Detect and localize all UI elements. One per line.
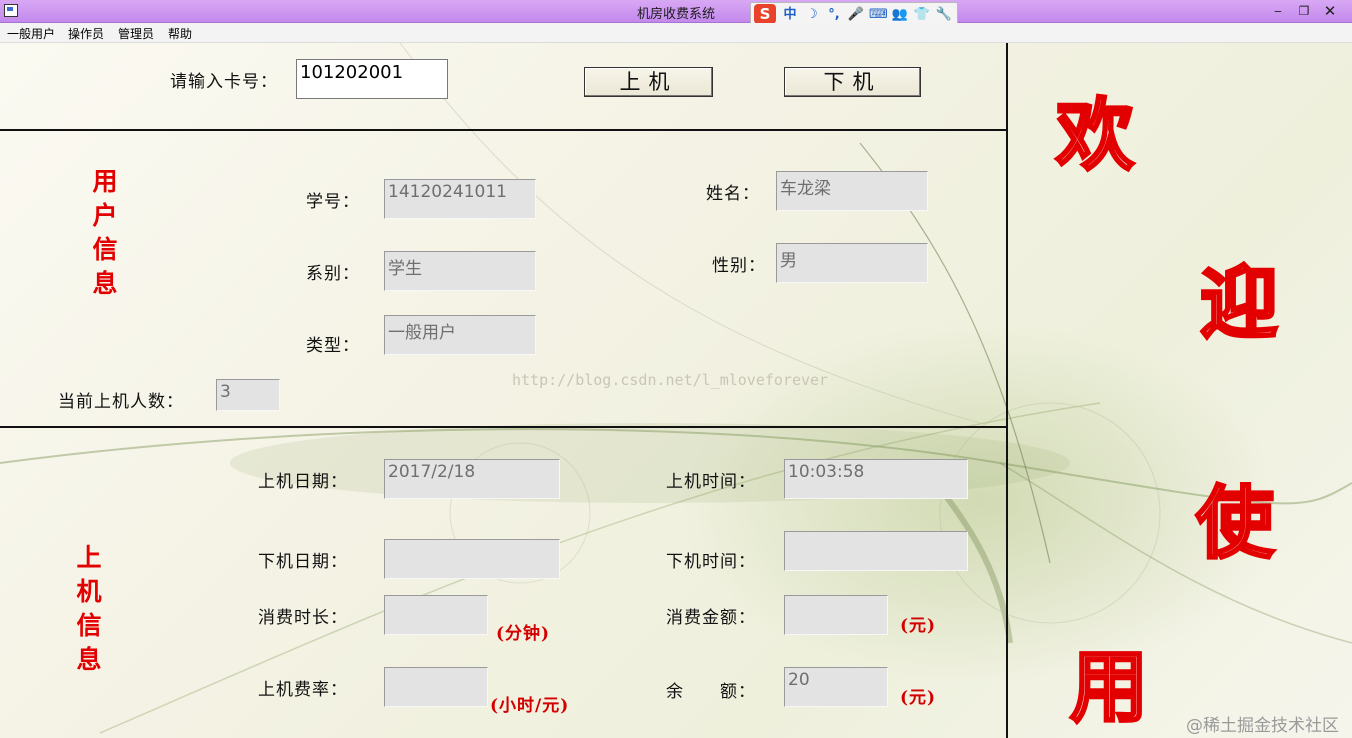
student-id-field[interactable]: 14120241011 [384, 179, 536, 219]
balance-unit: (元) [900, 688, 937, 708]
duration-unit: (分钟) [496, 624, 551, 644]
login-time-label: 上机时间： [666, 472, 756, 492]
menu-admin[interactable]: 管理员 [118, 25, 154, 42]
logout-button[interactable]: 下机 [784, 67, 921, 97]
title-bar: 机房收费系统 ‒ ❐ ✕ [0, 0, 1352, 23]
department-label: 系别： [306, 264, 360, 284]
logout-date-label: 下机日期： [258, 552, 348, 572]
duration-field[interactable] [384, 595, 488, 635]
logout-time-label: 下机时间： [666, 552, 756, 572]
welcome-char-1: 欢 [1054, 90, 1135, 183]
sogou-logo-icon[interactable]: S [754, 4, 776, 24]
balance-label: 余 额： [666, 682, 756, 702]
menu-general-user[interactable]: 一般用户 [7, 25, 55, 42]
login-date-label: 上机日期： [258, 472, 348, 492]
logout-date-field[interactable] [384, 539, 560, 579]
logout-time-field[interactable] [784, 531, 968, 571]
ime-chinese-mode-icon[interactable]: 中 [781, 5, 799, 24]
department-field[interactable]: 学生 [384, 251, 536, 291]
divider-middle [0, 426, 1008, 428]
online-count-field[interactable]: 3 [216, 379, 280, 411]
corner-watermark: @稀土掘金技术社区 [1186, 716, 1339, 736]
menu-help[interactable]: 帮助 [168, 25, 192, 42]
card-number-label: 请输入卡号： [170, 72, 278, 92]
ime-tools-icon[interactable]: 🔧 [935, 5, 953, 24]
user-info-title: 用 户 信 息 [92, 167, 118, 298]
welcome-char-4: 用 [1068, 642, 1149, 735]
login-date-field[interactable]: 2017/2/18 [384, 459, 560, 499]
rate-unit: (小时/元) [490, 696, 570, 716]
ime-microphone-icon[interactable]: 🎤 [847, 5, 865, 24]
online-count-label: 当前上机人数： [58, 392, 184, 412]
welcome-char-2: 迎 [1198, 258, 1279, 351]
close-button[interactable]: ✕ [1318, 2, 1342, 20]
ime-users-icon[interactable]: 👥 [891, 5, 909, 24]
background-decoration [0, 43, 1352, 734]
cost-label: 消费金额： [666, 608, 756, 628]
session-info-title: 上 机 信 息 [76, 543, 102, 674]
type-label: 类型： [306, 336, 360, 356]
divider-top [0, 129, 1008, 131]
ime-moon-icon[interactable]: ☽ [803, 5, 821, 24]
menu-operator[interactable]: 操作员 [68, 25, 104, 42]
welcome-char-3: 使 [1194, 478, 1275, 571]
ime-keyboard-icon[interactable]: ⌨ [869, 5, 888, 24]
ime-punctuation-icon[interactable]: °, [825, 5, 843, 24]
rate-label: 上机费率： [258, 680, 348, 700]
cost-unit: (元) [900, 616, 937, 636]
maximize-button[interactable]: ❐ [1292, 2, 1316, 20]
duration-label: 消费时长： [258, 608, 348, 628]
menu-bar: 一般用户 操作员 管理员 帮助 [0, 23, 1352, 43]
name-field[interactable]: 车龙梁 [776, 171, 928, 211]
gender-label: 性别： [712, 256, 766, 276]
window-title: 机房收费系统 [636, 7, 715, 22]
ime-skin-icon[interactable]: 👕 [913, 5, 931, 24]
card-number-input[interactable]: 101202001 [296, 59, 448, 99]
cost-field[interactable] [784, 595, 888, 635]
blog-watermark: http://blog.csdn.net/l_mloveforever [512, 371, 829, 389]
divider-vertical [1006, 43, 1008, 738]
type-field[interactable]: 一般用户 [384, 315, 536, 355]
name-label: 姓名： [706, 184, 760, 204]
main-panel: 请输入卡号： 101202001 上机 下机 用 户 信 息 学号： 14120… [0, 43, 1352, 738]
gender-field[interactable]: 男 [776, 243, 928, 283]
minimize-button[interactable]: ‒ [1266, 2, 1290, 20]
rate-field[interactable] [384, 667, 488, 707]
balance-field[interactable]: 20 [784, 667, 888, 707]
login-time-field[interactable]: 10:03:58 [784, 459, 968, 499]
student-id-label: 学号： [306, 192, 360, 212]
login-button[interactable]: 上机 [584, 67, 713, 97]
